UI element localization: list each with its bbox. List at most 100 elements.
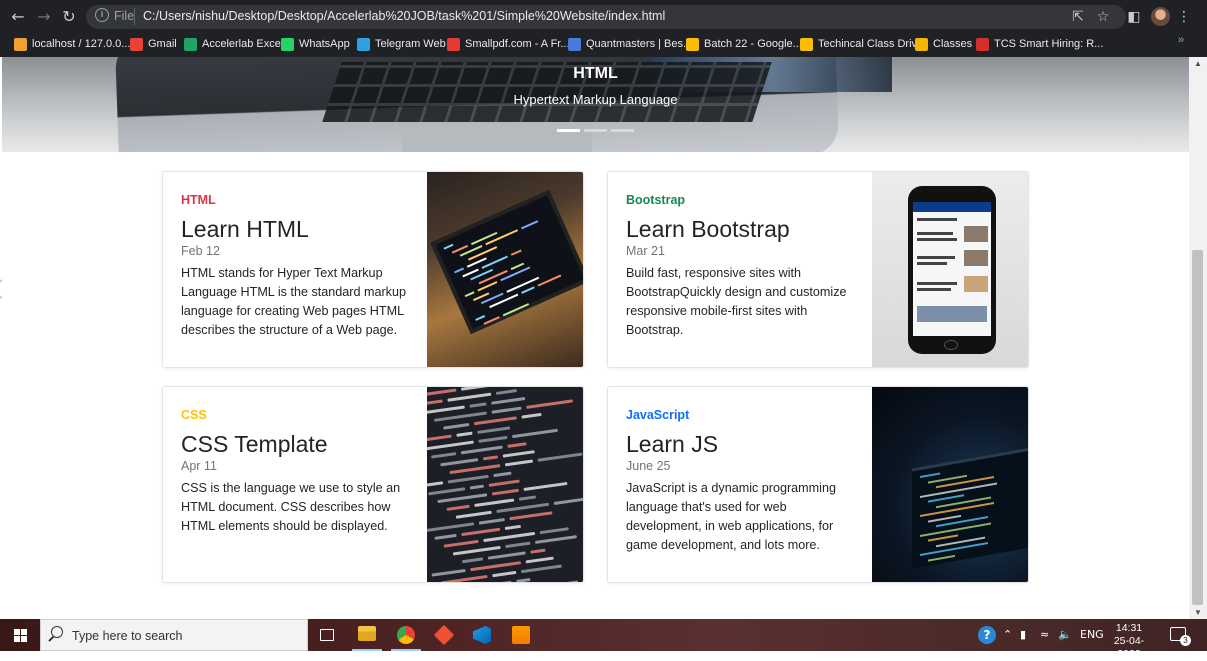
card-category: Bootstrap	[626, 193, 686, 207]
card-title[interactable]: Learn JS	[626, 431, 718, 458]
scroll-up-arrow-icon[interactable]: ▲	[1194, 59, 1202, 68]
side-panel-icon[interactable]: ◧	[1125, 8, 1143, 26]
bookmark-item[interactable]: Telegram Web	[357, 35, 446, 53]
bookmark-label: Telegram Web	[375, 38, 446, 50]
card-category: HTML	[181, 193, 216, 207]
card-date: Feb 12	[181, 244, 220, 258]
toolbar: ← → ↻ i File C:/Users/nishu/Desktop/Desk…	[0, 0, 1207, 33]
bookmark-item[interactable]: Smallpdf.com - A Fr...	[447, 35, 570, 53]
sublime-text-icon	[512, 626, 530, 644]
profile-avatar[interactable]	[1151, 7, 1170, 26]
bookmark-item[interactable]: Batch 22 - Google...	[686, 35, 802, 53]
bookmark-item[interactable]: Classes	[915, 35, 972, 53]
language-indicator[interactable]: ENG	[1080, 619, 1104, 651]
hero-carousel: HTML Hypertext Markup Language	[2, 57, 1189, 152]
bookmark-item[interactable]: TCS Smart Hiring: R...	[976, 35, 1103, 53]
bookmark-item[interactable]: Quantmasters | Bes...	[568, 35, 692, 53]
scheme-label: File	[114, 9, 135, 23]
card-category: JavaScript	[626, 408, 690, 422]
windows-taskbar: Type here to search ? ⌃ ▮ ≈ 🔈 ENG 14:31 …	[0, 619, 1207, 660]
page-viewport: HTML Hypertext Markup Language HTML Lear…	[0, 57, 1189, 619]
address-bar[interactable]: i File C:/Users/nishu/Desktop/Desktop/Ac…	[86, 5, 1126, 29]
menu-icon[interactable]: ⋮	[1175, 8, 1193, 26]
classroom-icon	[915, 37, 928, 51]
bookmark-label: Gmail	[148, 38, 177, 50]
carousel-caption-title: HTML	[573, 65, 618, 82]
carousel-indicator[interactable]	[557, 129, 580, 132]
wifi-icon[interactable]: ≈	[1040, 619, 1049, 651]
divider	[134, 8, 135, 25]
battery-icon[interactable]: ▮	[1020, 619, 1026, 651]
card-bootstrap[interactable]: Bootstrap Learn Bootstrap Mar 21 Build f…	[607, 171, 1029, 368]
bookmark-label: Classes	[933, 38, 973, 50]
bookmark-label: Techincal Class Drive	[818, 38, 924, 50]
reload-button[interactable]: ↻	[58, 6, 80, 28]
gmail-icon	[130, 37, 143, 51]
card-category: CSS	[181, 408, 207, 422]
taskbar-app[interactable]	[308, 619, 346, 651]
bookmark-label: localhost / 127.0.0....	[32, 38, 134, 50]
taskbar-clock[interactable]: 14:31 25-04-2022	[1104, 622, 1154, 661]
windows-logo-icon	[14, 629, 27, 642]
notification-center-icon[interactable]: 3	[1170, 627, 1191, 646]
task-view-icon	[320, 629, 334, 641]
card-javascript[interactable]: JavaScript Learn JS June 25 JavaScript i…	[607, 386, 1029, 583]
card-image-laptop-dark	[872, 387, 1028, 582]
quantmasters-icon	[568, 37, 581, 51]
taskbar-app[interactable]	[387, 619, 425, 651]
url-text[interactable]: C:/Users/nishu/Desktop/Desktop/Accelerla…	[143, 9, 665, 23]
taskbar-app[interactable]	[502, 619, 540, 651]
bookmark-star-icon[interactable]: ☆	[1094, 8, 1112, 26]
taskbar-app[interactable]	[425, 619, 463, 651]
forward-button[interactable]: →	[33, 6, 55, 28]
bookmark-item[interactable]: WhatsApp	[281, 35, 350, 53]
bookmark-item[interactable]: localhost / 127.0.0....	[14, 35, 134, 53]
start-button[interactable]	[0, 619, 40, 651]
card-title[interactable]: Learn HTML	[181, 216, 309, 243]
card-title[interactable]: Learn Bootstrap	[626, 216, 790, 243]
phpmyadmin-icon	[14, 37, 27, 51]
card-text: HTML stands for Hyper Text Markup Langua…	[181, 266, 406, 337]
tray-chevron-icon[interactable]: ⌃	[1003, 619, 1012, 651]
back-button[interactable]: ←	[7, 6, 29, 28]
notification-count: 3	[1180, 635, 1191, 646]
file-explorer-icon	[358, 626, 376, 641]
smallpdf-icon	[447, 37, 460, 51]
carousel-indicator[interactable]	[611, 129, 634, 132]
taskbar-app[interactable]	[348, 619, 386, 651]
info-icon[interactable]: i	[95, 8, 109, 22]
clock-date: 25-04-2022	[1113, 635, 1145, 660]
carousel-prev-arrow-icon[interactable]	[0, 279, 11, 299]
telegram-icon	[357, 37, 370, 51]
browser-chrome: ← → ↻ i File C:/Users/nishu/Desktop/Desk…	[0, 0, 1207, 57]
card-image-laptop-code	[427, 172, 583, 367]
card-title[interactable]: CSS Template	[181, 431, 328, 458]
bookmarks-bar: localhost / 127.0.0.... Gmail Accelerlab E…	[0, 33, 1207, 55]
bookmark-item[interactable]: Techincal Class Drive	[800, 35, 923, 53]
scroll-thumb[interactable]	[1192, 250, 1203, 605]
volume-icon[interactable]: 🔈	[1058, 619, 1072, 651]
card-css[interactable]: CSS CSS Template Apr 11 CSS is the langu…	[162, 386, 584, 583]
card-html[interactable]: HTML Learn HTML Feb 12 HTML stands for H…	[162, 171, 584, 368]
bookmark-label: Accelerlab Excel	[202, 38, 284, 50]
bookmark-label: Quantmasters | Bes...	[586, 38, 693, 50]
bookmark-label: Batch 22 - Google...	[704, 38, 802, 50]
taskbar-search-box[interactable]: Type here to search	[40, 619, 308, 651]
drive-icon	[800, 37, 813, 51]
carousel-indicator[interactable]	[584, 129, 607, 132]
scroll-down-arrow-icon[interactable]: ▼	[1194, 608, 1202, 617]
clock-time: 14:31	[1115, 622, 1143, 634]
card-text: Build fast, responsive sites with Bootst…	[626, 266, 847, 337]
taskbar-app[interactable]	[463, 619, 501, 651]
card-text: CSS is the language we use to style an H…	[181, 481, 401, 533]
bookmark-item[interactable]: Gmail	[130, 35, 177, 53]
share-icon[interactable]: ⇱	[1069, 8, 1087, 26]
bookmark-label: WhatsApp	[299, 38, 350, 50]
page-scrollbar[interactable]: ▲ ▼	[1189, 57, 1207, 619]
bookmarks-overflow-button[interactable]: »	[1178, 34, 1184, 46]
bookmark-item[interactable]: Accelerlab Excel	[184, 35, 283, 53]
chrome-icon	[397, 626, 415, 644]
carousel-caption-subtitle: Hypertext Markup Language	[513, 92, 678, 107]
tcs-icon	[976, 37, 989, 51]
help-icon[interactable]: ?	[978, 619, 998, 651]
